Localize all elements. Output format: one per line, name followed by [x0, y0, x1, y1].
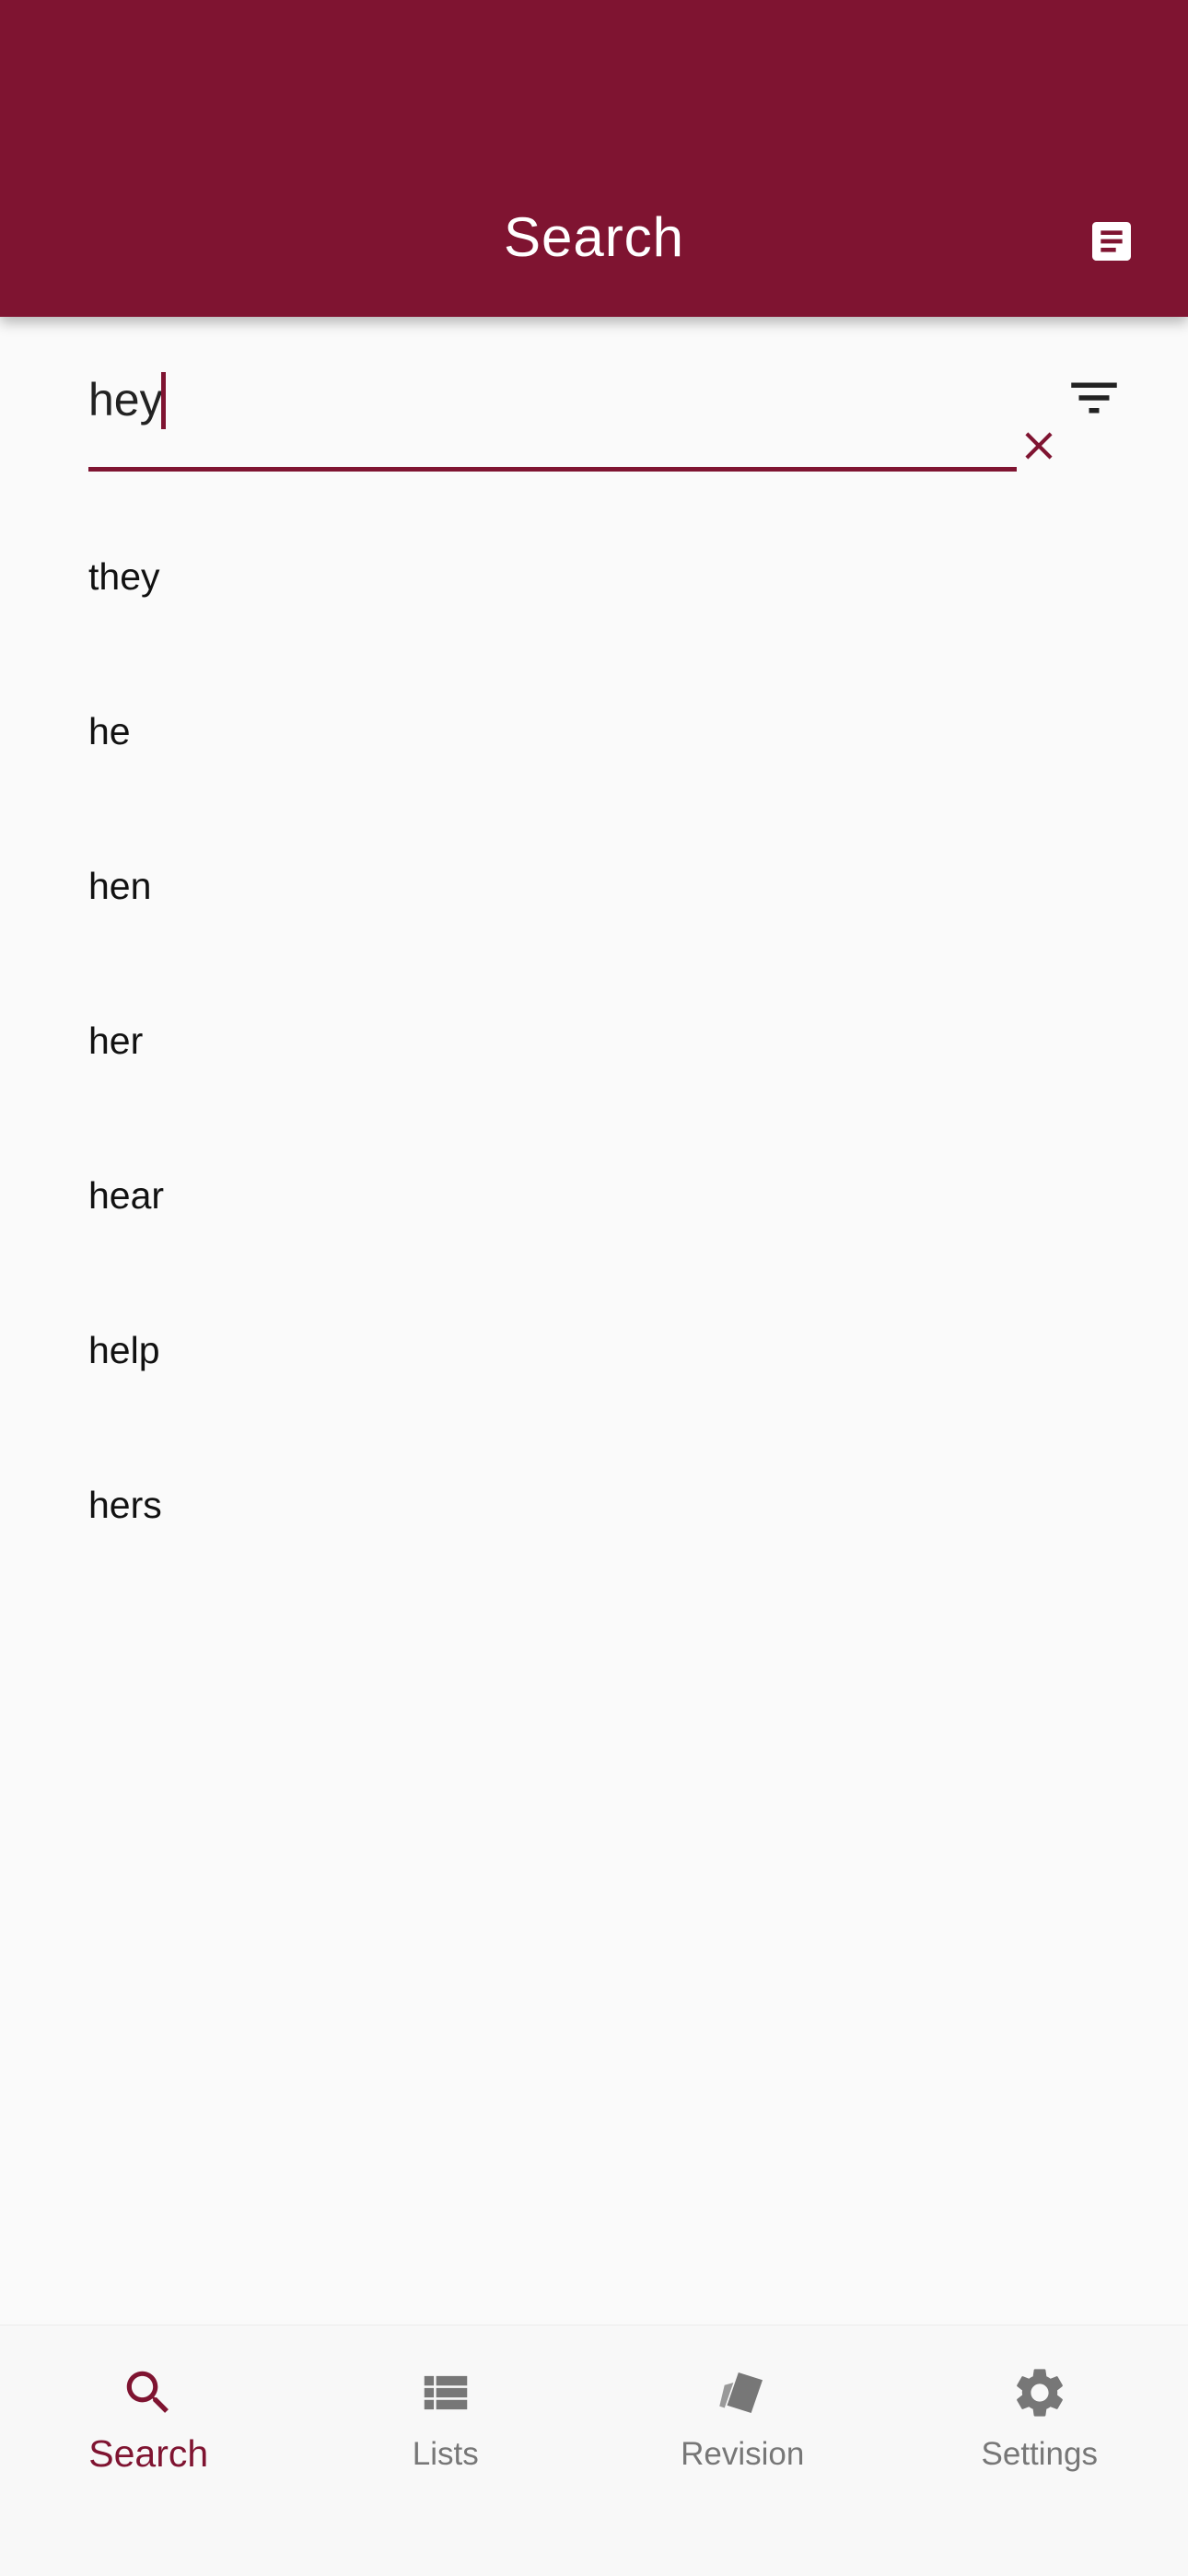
bottom-navigation: Search Lists Revision Settings — [0, 2325, 1188, 2576]
search-bar — [0, 317, 1188, 483]
list-item[interactable]: help — [0, 1273, 1188, 1428]
search-field — [88, 365, 1017, 472]
nav-item-revision[interactable]: Revision — [594, 2325, 891, 2510]
text-caret — [161, 372, 166, 429]
nav-item-settings[interactable]: Settings — [891, 2325, 1188, 2510]
filter-icon — [1064, 367, 1124, 428]
list-item[interactable]: hers — [0, 1428, 1188, 1582]
notes-icon — [1086, 216, 1137, 267]
app-bar: Search — [0, 0, 1188, 317]
search-icon — [116, 2360, 181, 2425]
gear-icon — [1007, 2360, 1072, 2425]
list-item[interactable]: hear — [0, 1118, 1188, 1273]
nav-item-lists[interactable]: Lists — [297, 2325, 595, 2510]
search-input[interactable] — [88, 365, 880, 435]
cards-icon — [710, 2360, 775, 2425]
list-icon — [413, 2360, 478, 2425]
results-list: they he hen her hear help hers — [0, 499, 1188, 1582]
nav-label-lists: Lists — [297, 2436, 595, 2473]
list-item[interactable]: they — [0, 499, 1188, 654]
nav-item-search[interactable]: Search — [0, 2325, 297, 2510]
nav-label-search: Search — [0, 2432, 297, 2476]
nav-label-revision: Revision — [594, 2436, 891, 2473]
list-item[interactable]: he — [0, 654, 1188, 809]
filter-button[interactable] — [1054, 365, 1135, 431]
list-item[interactable]: her — [0, 963, 1188, 1118]
page-title: Search — [0, 204, 1188, 271]
nav-label-settings: Settings — [891, 2436, 1188, 2473]
notes-button[interactable] — [1070, 208, 1153, 274]
list-item[interactable]: hen — [0, 809, 1188, 963]
